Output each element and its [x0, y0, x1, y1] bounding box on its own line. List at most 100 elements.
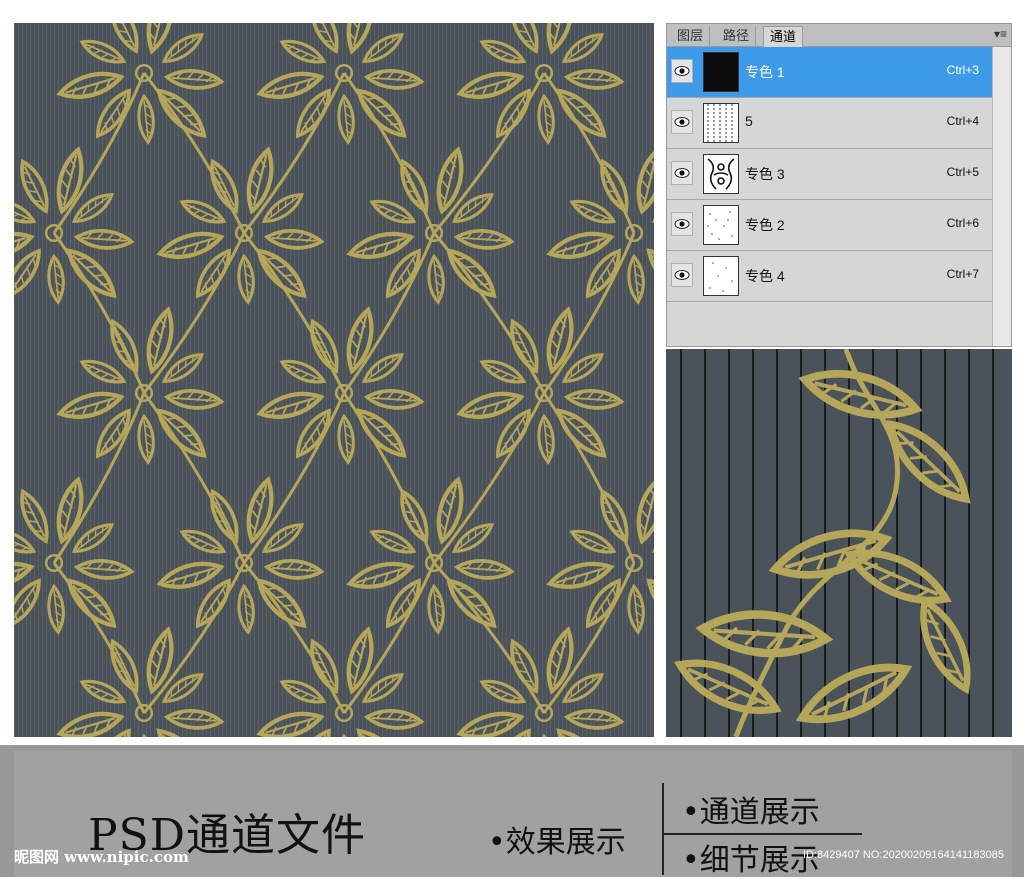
tab-channels[interactable]: 通道 — [763, 26, 804, 47]
lace-leaf — [256, 71, 325, 99]
lace-leaf — [446, 578, 497, 629]
lace-leaf — [279, 679, 327, 704]
lace-leaf — [456, 711, 525, 737]
lace-leaf — [337, 413, 355, 465]
lace-leaf — [246, 146, 274, 215]
channel-shortcut: Ctrl+3 — [946, 63, 979, 77]
lace-leaf — [546, 231, 615, 259]
lace-leaf — [179, 199, 227, 224]
lace-leaf — [627, 253, 645, 305]
lace-leaf — [337, 93, 355, 145]
lace-leaf — [146, 306, 174, 375]
channel-row-spot-2[interactable]: 专色 2 Ctrl+6 — [667, 200, 993, 251]
image-id: ID:8429407 NO:20200209164141183085 — [802, 849, 1004, 861]
lace-leaf — [636, 146, 654, 215]
lace-leaf — [179, 529, 227, 554]
lace-leaf — [537, 93, 555, 145]
lace-leaf — [636, 476, 654, 545]
lace-leaf — [363, 389, 425, 410]
lace-leaf — [56, 711, 125, 737]
channel-row-spot-4[interactable]: 专色 4 Ctrl+7 — [667, 251, 993, 302]
lace-leaf — [256, 391, 325, 419]
channel-thumbnail — [703, 256, 739, 296]
lace-leaf — [20, 158, 49, 214]
channel-thumbnail — [703, 52, 739, 92]
tab-paths[interactable]: 路径 — [717, 26, 757, 46]
lace-leaf — [795, 663, 913, 724]
lace-leaf — [47, 583, 65, 635]
lace-leaf — [427, 583, 445, 635]
lace-leaf — [14, 248, 41, 299]
channel-shortcut: Ctrl+7 — [946, 267, 979, 281]
panel-menu-icon[interactable]: ▾≡ — [994, 27, 1007, 41]
lace-leaf — [569, 199, 617, 224]
lace-leaf — [56, 71, 125, 99]
lace-leaf — [210, 158, 239, 214]
lace-leaf — [156, 408, 207, 459]
lace-leaf — [66, 248, 117, 299]
lace-leaf — [210, 488, 239, 544]
lace-leaf — [674, 659, 782, 714]
channel-row-5[interactable]: 5 Ctrl+4 — [667, 98, 993, 149]
channel-name: 专色 3 — [745, 166, 785, 182]
tab-layers[interactable]: 图层 — [671, 26, 711, 46]
lace-leaf — [453, 559, 515, 580]
lace-leaf — [363, 709, 425, 730]
lace-leaf — [569, 529, 617, 554]
eye-visibility-icon[interactable] — [671, 110, 693, 134]
lace-leaf — [546, 626, 574, 695]
eye-visibility-icon[interactable] — [671, 59, 693, 83]
lace-leaf — [163, 69, 225, 90]
lace-leaf — [695, 610, 834, 658]
lace-leaf — [163, 709, 225, 730]
pattern-preview — [14, 23, 654, 737]
lace-pattern-graphic — [14, 23, 654, 737]
eye-visibility-icon[interactable] — [671, 263, 693, 287]
lace-detail-graphic — [674, 349, 971, 737]
lace-leaf — [510, 638, 539, 694]
eye-visibility-icon[interactable] — [671, 161, 693, 185]
lace-leaf — [156, 561, 225, 589]
lace-leaf — [137, 733, 155, 737]
lace-leaf — [110, 638, 139, 694]
lace-leaf — [246, 476, 274, 545]
lace-leaf — [337, 733, 355, 737]
lace-leaf — [920, 595, 971, 695]
lace-leaf — [346, 626, 374, 695]
panel-scrollbar[interactable] — [992, 47, 1011, 346]
eye-visibility-icon[interactable] — [671, 212, 693, 236]
channel-shortcut: Ctrl+5 — [946, 165, 979, 179]
footer-item-detail: •细节展示 — [682, 843, 820, 878]
lace-leaf — [279, 39, 327, 64]
channel-row-spot-1[interactable]: 专色 1 Ctrl+3 — [667, 47, 993, 98]
lace-leaf — [563, 69, 625, 90]
lace-leaf — [346, 306, 374, 375]
lace-leaf — [256, 248, 307, 299]
lace-leaf — [146, 626, 174, 695]
lace-leaf — [627, 583, 645, 635]
lace-leaf — [369, 529, 417, 554]
lace-leaf — [146, 23, 174, 55]
footer-divider-vertical — [662, 783, 664, 875]
lace-leaf — [237, 583, 255, 635]
channel-row-spot-3[interactable]: 专色 3 Ctrl+5 — [667, 149, 993, 200]
lace-leaf — [14, 578, 41, 629]
lace-leaf — [237, 253, 255, 305]
lace-leaf — [56, 476, 84, 545]
lace-leaf — [73, 229, 135, 250]
panel-tab-bar: 图层 路径 通道 ▾≡ — [667, 24, 1011, 47]
channel-shortcut: Ctrl+4 — [946, 114, 979, 128]
site-watermark: 昵图网 www.nipic.com — [14, 848, 189, 866]
lace-leaf — [346, 23, 374, 55]
lace-leaf — [263, 229, 325, 250]
lace-leaf — [546, 561, 615, 589]
channel-list: 专色 1 Ctrl+3 5 Ctrl+4 专色 3 Ctrl+5 专色 2 Ct… — [667, 47, 993, 302]
lace-leaf — [400, 158, 429, 214]
lace-leaf — [363, 69, 425, 90]
lace-leaf — [798, 370, 923, 419]
lace-leaf — [263, 559, 325, 580]
lace-leaf — [66, 578, 117, 629]
lace-leaf — [369, 199, 417, 224]
lace-leaf — [546, 306, 574, 375]
lace-leaf — [427, 253, 445, 305]
